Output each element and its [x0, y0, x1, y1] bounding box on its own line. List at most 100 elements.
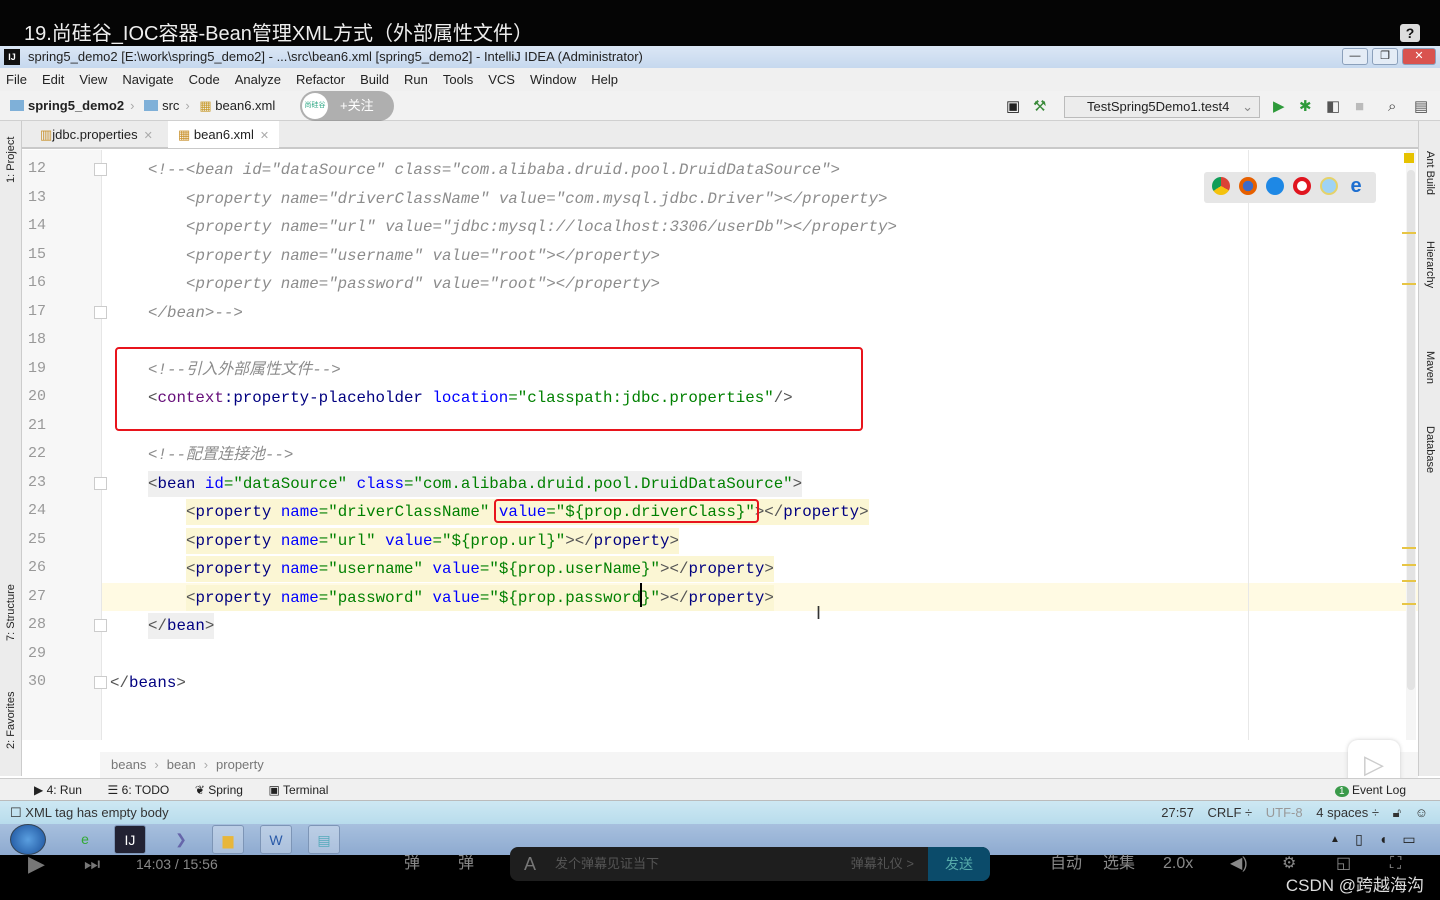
firefox-icon[interactable] — [1239, 177, 1257, 195]
nav-file[interactable]: bean6.xml — [215, 98, 275, 113]
tool-todo[interactable]: ☰ 6: TODO — [108, 783, 170, 797]
word-taskbar-icon[interactable]: W — [260, 825, 292, 854]
menu-edit[interactable]: Edit — [42, 72, 64, 87]
ie-taskbar-icon[interactable]: e — [70, 825, 100, 854]
warning-mark[interactable] — [1402, 283, 1416, 285]
danmu-input[interactable]: A 发个弹幕见证当下 弹幕礼仪 > — [510, 847, 990, 881]
intellij-taskbar-icon[interactable]: IJ — [114, 825, 146, 854]
menu-tools[interactable]: Tools — [443, 72, 473, 87]
warning-mark[interactable] — [1402, 564, 1416, 566]
encoding[interactable]: UTF-8 — [1266, 805, 1303, 820]
tool-structure[interactable]: 7: Structure — [5, 584, 17, 641]
caret-position[interactable]: 27:57 — [1161, 805, 1194, 820]
danmu-etiquette-link[interactable]: 弹幕礼仪 > — [851, 847, 914, 881]
danmu-settings-icon[interactable]: 弹 — [458, 855, 474, 873]
follow-button[interactable]: +关注 — [340, 98, 374, 113]
run-icon[interactable]: ▶ — [1273, 97, 1285, 117]
volume-icon[interactable]: ◀) — [1230, 855, 1248, 873]
ie-icon[interactable] — [1320, 177, 1338, 195]
scrollbar-thumb[interactable] — [1407, 170, 1415, 690]
code-line[interactable]: <property name="driverClassName" value="… — [186, 186, 888, 212]
explorer-taskbar-icon[interactable]: ▆ — [212, 825, 244, 854]
tool-hierarchy[interactable]: Hierarchy — [1424, 241, 1436, 288]
opera-icon[interactable] — [1293, 177, 1311, 195]
run-configuration-select[interactable]: TestSpring5Demo1.test4 ⌄ — [1064, 96, 1260, 118]
chrome-icon[interactable] — [1212, 177, 1230, 195]
search-icon[interactable]: ⌕ — [1388, 97, 1396, 117]
inspection-status-icon[interactable] — [1404, 153, 1414, 163]
menu-run[interactable]: Run — [404, 72, 428, 87]
tool-spring[interactable]: ❦ Spring — [195, 783, 243, 797]
quality-button[interactable]: 自动 — [1050, 855, 1082, 873]
code-line[interactable]: <!--<bean id="dataSource" class="com.ali… — [148, 157, 840, 183]
debug-icon[interactable]: ✱ — [1299, 97, 1312, 117]
tool-terminal[interactable]: ▣ Terminal — [269, 783, 329, 797]
close-button[interactable]: ✕ — [1402, 48, 1436, 65]
tool-maven[interactable]: Maven — [1424, 351, 1436, 384]
code-line[interactable]: <bean id="dataSource" class="com.alibaba… — [148, 470, 803, 497]
menu-help[interactable]: Help — [591, 72, 618, 87]
project-structure-icon[interactable]: ▤ — [1414, 97, 1428, 117]
tool-database[interactable]: Database — [1424, 426, 1436, 473]
menu-code[interactable]: Code — [189, 72, 220, 87]
code-line[interactable]: <!--配置连接池--> — [148, 442, 293, 468]
line-separator[interactable]: CRLF ÷ — [1207, 805, 1252, 820]
fold-marker-icon[interactable] — [94, 476, 107, 490]
tab-jdbc-properties[interactable]: ▥jdbc.properties ✕ — [30, 121, 163, 148]
episodes-button[interactable]: 选集 — [1103, 855, 1135, 873]
menu-window[interactable]: Window — [530, 72, 576, 87]
send-danmu-button[interactable]: 发送 — [928, 847, 990, 881]
menu-view[interactable]: View — [79, 72, 107, 87]
code-line[interactable]: </beans> — [110, 670, 186, 696]
fold-marker-icon[interactable] — [94, 619, 107, 632]
lock-icon[interactable]: 🔓︎ — [1393, 805, 1401, 820]
crumb-bean[interactable]: bean — [167, 757, 196, 772]
edge-icon[interactable]: e — [1347, 176, 1365, 196]
code-line[interactable]: <property name="username" value="${prop.… — [186, 556, 774, 582]
menu-refactor[interactable]: Refactor — [296, 72, 345, 87]
warning-mark[interactable] — [1402, 547, 1416, 549]
crumb-beans[interactable]: beans — [111, 757, 146, 772]
danmu-toggle-icon[interactable]: 弹 — [404, 855, 420, 873]
menu-navigate[interactable]: Navigate — [122, 72, 173, 87]
next-icon[interactable]: ⏭︎ — [84, 855, 100, 873]
tool-favorites[interactable]: 2: Favorites — [5, 692, 17, 749]
fold-marker-icon[interactable] — [94, 305, 107, 319]
tool-ant-build[interactable]: Ant Build — [1424, 151, 1436, 195]
play-icon[interactable]: ▶ — [28, 853, 45, 875]
build-hammer-icon[interactable]: ⚒ — [1033, 97, 1046, 117]
follow-overlay[interactable]: 尚硅谷 +关注 — [300, 91, 394, 121]
network-icon[interactable]: ▭ — [1394, 825, 1424, 854]
menu-analyze[interactable]: Analyze — [235, 72, 281, 87]
fold-marker-icon[interactable] — [94, 676, 107, 689]
tool-project[interactable]: 1: Project — [5, 137, 17, 183]
code-line[interactable]: </bean>--> — [148, 300, 243, 326]
tool-run[interactable]: ▶ 4: Run — [34, 783, 82, 797]
coverage-icon[interactable]: ◧ — [1326, 97, 1340, 117]
code-line[interactable]: <property name="url" value="jdbc:mysql:/… — [186, 214, 897, 240]
code-line[interactable]: <property name="password" value="${prop.… — [186, 584, 774, 611]
fold-marker-icon[interactable] — [94, 163, 107, 176]
app-taskbar-icon[interactable]: ❯ — [166, 825, 196, 854]
warning-mark[interactable] — [1402, 580, 1416, 582]
menu-file[interactable]: File — [6, 72, 27, 87]
code-editor[interactable]: 12 13 14 15 16 17 18 19 20 21 22 23 24 25 26 27 28 29 30 <… — [22, 150, 1418, 740]
code-line[interactable]: <property name="url" value="${prop.url}"… — [186, 527, 679, 554]
warning-mark[interactable] — [1402, 603, 1416, 605]
tab-bean6-xml[interactable]: ▦ bean6.xml ✕ — [168, 121, 280, 148]
inspector-icon[interactable]: ☺ — [1415, 805, 1428, 820]
nav-src[interactable]: src — [162, 98, 179, 113]
menu-vcs[interactable]: VCS — [488, 72, 515, 87]
speed-button[interactable]: 2.0x — [1163, 855, 1193, 873]
menu-build[interactable]: Build — [360, 72, 389, 87]
stop-icon[interactable]: ■ — [1355, 97, 1364, 117]
minimize-button[interactable]: — — [1342, 48, 1368, 65]
run-window-icon[interactable]: ▣ — [1006, 97, 1020, 117]
crumb-property[interactable]: property — [216, 757, 264, 772]
maximize-button[interactable]: ❐ — [1372, 48, 1398, 65]
help-icon[interactable]: ? — [1400, 24, 1420, 42]
nav-project[interactable]: spring5_demo2 — [28, 98, 124, 113]
warning-mark[interactable] — [1402, 232, 1416, 234]
code-line[interactable]: <property name="password" value="root"><… — [186, 271, 660, 297]
code-line[interactable]: <property name="username" value="root"><… — [186, 243, 660, 269]
